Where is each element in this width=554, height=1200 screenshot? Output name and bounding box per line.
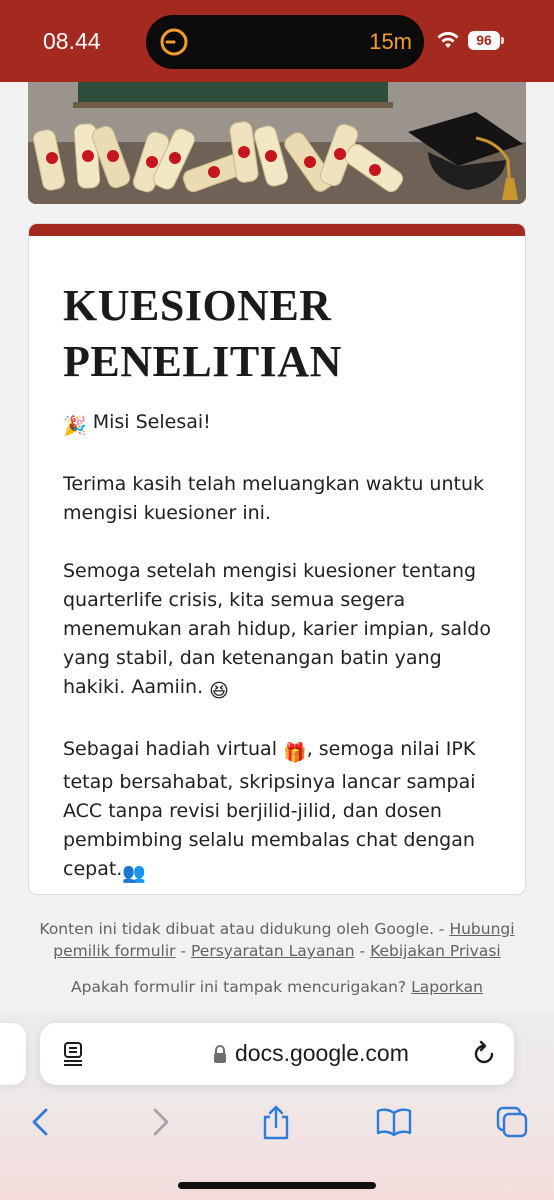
gift-text-start: Sebagai hadiah virtual bbox=[63, 738, 277, 760]
party-popper-icon: 🎉 bbox=[63, 415, 87, 437]
forward-button[interactable] bbox=[138, 1100, 182, 1144]
message-paragraph: Sebagai hadiah virtual 🎁, semoga nilai I… bbox=[63, 735, 503, 888]
message-paragraph: 🎉 Misi Selesai! bbox=[63, 408, 503, 441]
browser-bottom-bar: docs.google.com bbox=[0, 1012, 554, 1200]
disclaimer-text: Konten ini tidak dibuat atau didukung ol… bbox=[39, 920, 445, 938]
status-time: 08.44 bbox=[43, 28, 101, 54]
bookmarks-button[interactable] bbox=[372, 1100, 416, 1144]
share-button[interactable] bbox=[254, 1100, 298, 1144]
reload-icon[interactable] bbox=[470, 1040, 498, 1068]
status-bar: 08.44 15m 96 bbox=[0, 0, 554, 82]
wifi-icon bbox=[437, 32, 459, 48]
people-icon: 👥 bbox=[122, 862, 147, 884]
suspicious-text: Apakah formulir ini tampak mencurigakan? bbox=[71, 978, 407, 996]
confirmation-card: KUESIONER PENELITIAN 🎉 Misi Selesai! Ter… bbox=[28, 223, 526, 895]
footer-separator: - bbox=[359, 942, 366, 960]
report-link[interactable]: Laporkan bbox=[411, 978, 483, 996]
terms-link[interactable]: Persyaratan Layanan bbox=[191, 942, 355, 960]
footer-separator: - bbox=[180, 942, 187, 960]
forward-icon bbox=[153, 1108, 169, 1136]
timer-remaining: 15m bbox=[369, 29, 412, 54]
tabs-icon bbox=[496, 1106, 528, 1138]
form-header-image bbox=[28, 82, 526, 204]
timer-icon bbox=[160, 28, 188, 56]
address-bar[interactable]: docs.google.com bbox=[40, 1023, 514, 1085]
hope-text: Semoga setelah mengisi kuesioner tentang… bbox=[63, 560, 491, 698]
thanks-text: Terima kasih telah meluangkan waktu untu… bbox=[63, 473, 485, 524]
lock-icon bbox=[214, 1045, 226, 1063]
graduation-illustration bbox=[28, 82, 526, 204]
back-icon bbox=[32, 1108, 48, 1136]
home-indicator[interactable] bbox=[178, 1182, 376, 1189]
message-heading: Misi Selesai! bbox=[92, 411, 211, 433]
privacy-link[interactable]: Kebijakan Privasi bbox=[370, 942, 501, 960]
browser-toolbar bbox=[0, 1100, 554, 1144]
form-title: KUESIONER PENELITIAN bbox=[63, 281, 342, 386]
message-paragraph: Terima kasih telah meluangkan waktu untu… bbox=[63, 470, 503, 528]
gift-icon: 🎁 bbox=[283, 742, 307, 764]
url-text[interactable]: docs.google.com bbox=[235, 1040, 409, 1067]
dynamic-island[interactable]: 15m bbox=[146, 15, 424, 69]
battery-icon: 96 bbox=[468, 31, 504, 51]
battery-level: 96 bbox=[468, 31, 500, 50]
card-accent-bar bbox=[29, 224, 525, 236]
back-button[interactable] bbox=[19, 1100, 63, 1144]
report-row: Apakah formulir ini tampak mencurigakan?… bbox=[28, 978, 526, 996]
previous-tab-preview[interactable] bbox=[0, 1023, 26, 1085]
share-icon bbox=[263, 1105, 289, 1140]
tabs-button[interactable] bbox=[490, 1100, 534, 1144]
bookmarks-icon bbox=[376, 1108, 412, 1137]
reader-icon[interactable] bbox=[62, 1041, 86, 1067]
form-footer: Konten ini tidak dibuat atau didukung ol… bbox=[28, 918, 526, 962]
grinning-squinting-face-icon: 😆 bbox=[209, 680, 229, 702]
message-paragraph: Semoga setelah mengisi kuesioner tentang… bbox=[63, 557, 503, 706]
confirmation-message: 🎉 Misi Selesai! Terima kasih telah melua… bbox=[63, 408, 503, 894]
